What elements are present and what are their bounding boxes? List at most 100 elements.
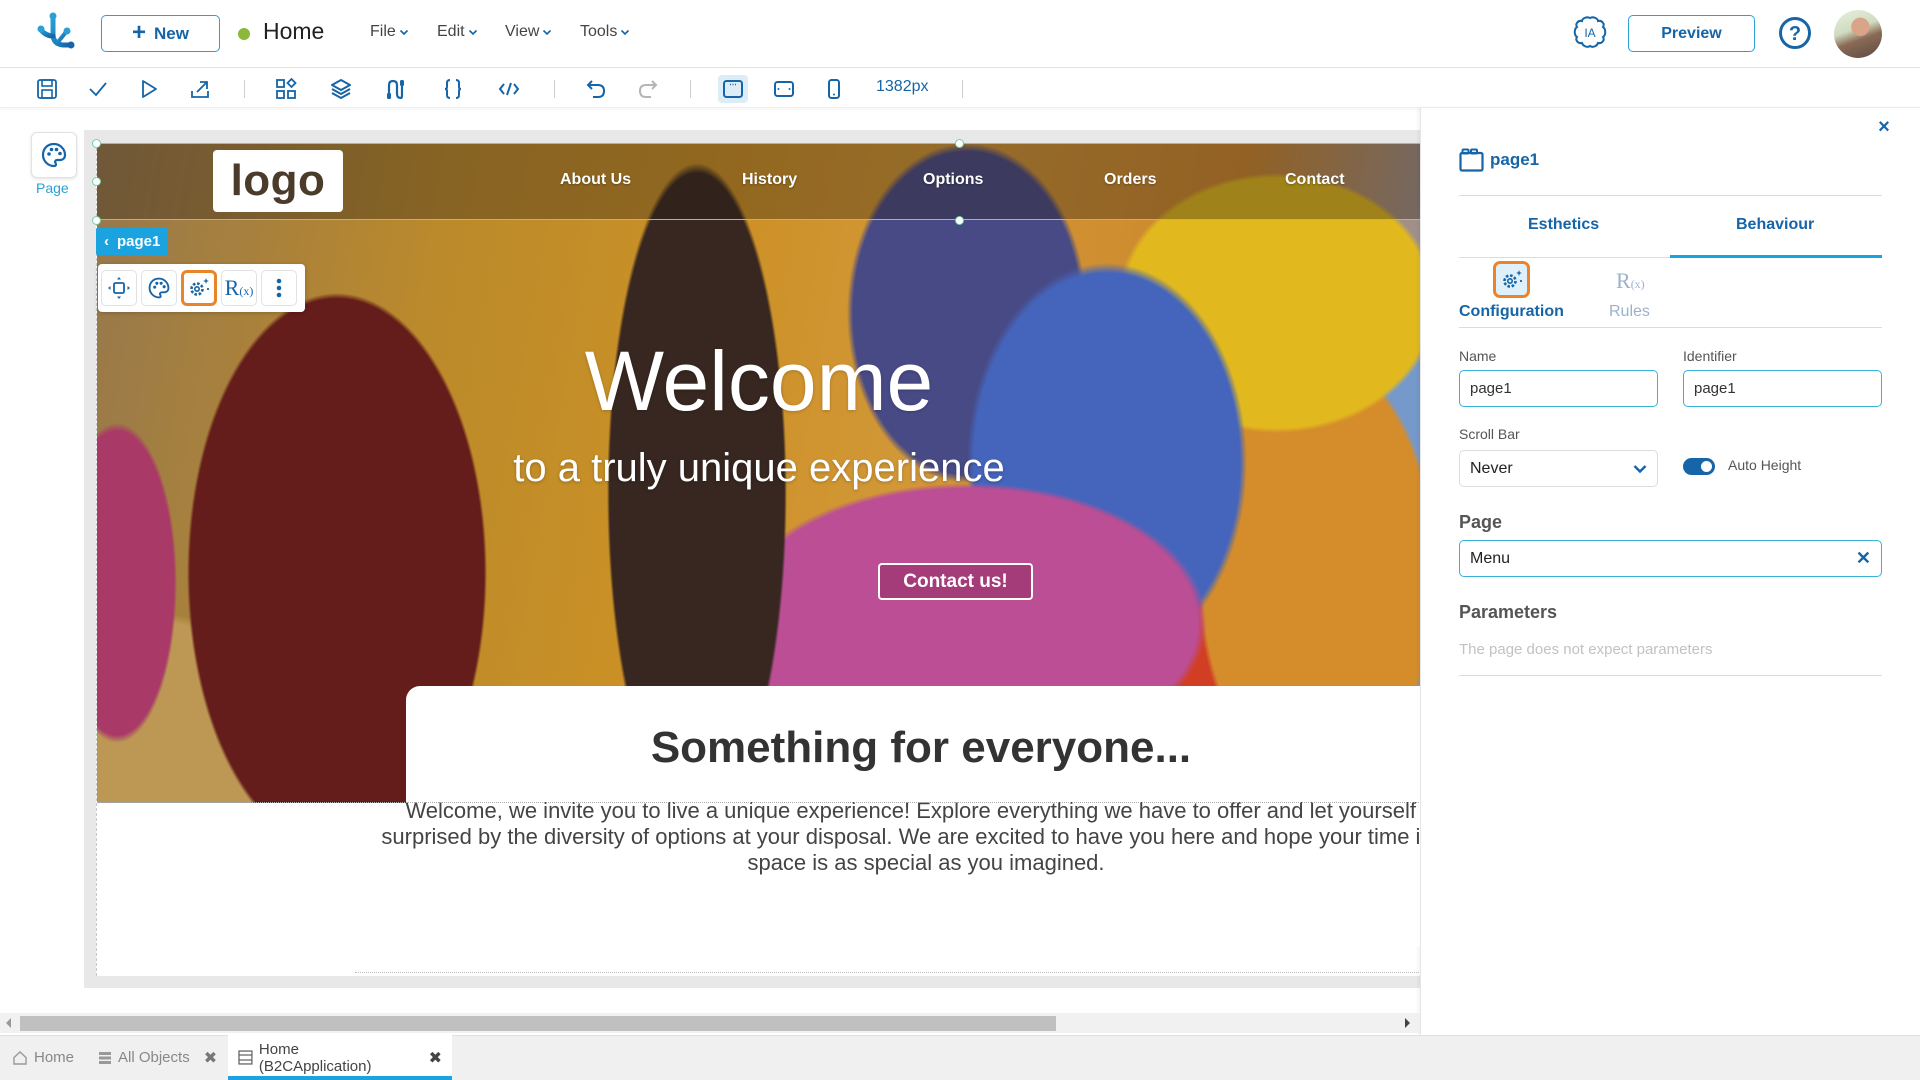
page-reference-value: Menu <box>1470 549 1511 567</box>
braces-icon <box>444 79 462 99</box>
active-tab-indicator <box>1670 255 1882 258</box>
run-button[interactable] <box>136 76 162 102</box>
nav-link-orders[interactable]: Orders <box>1104 171 1156 189</box>
resize-handle[interactable] <box>955 139 964 148</box>
menu-tools[interactable]: Tools <box>580 23 630 41</box>
save-icon <box>37 79 57 99</box>
menu-tools-label: Tools <box>580 23 618 40</box>
subtab-configuration-label[interactable]: Configuration <box>1459 303 1564 321</box>
styles-button[interactable] <box>141 270 177 306</box>
close-tab-icon[interactable]: ✖ <box>204 1048 217 1068</box>
element-toolbar: R (x) <box>98 264 305 312</box>
redo-icon <box>638 80 658 98</box>
container-boundary <box>97 802 1420 803</box>
home-icon <box>13 1050 27 1065</box>
bottom-tab-home-b2capplication[interactable]: Home (B2CApplication) ✖ <box>228 1035 452 1080</box>
svg-text:IA: IA <box>1584 26 1595 40</box>
scroll-left-arrow[interactable] <box>6 1018 11 1028</box>
desktop-view-button[interactable] <box>718 75 748 103</box>
move-button[interactable] <box>101 270 137 306</box>
nav-link-about-us[interactable]: About Us <box>560 171 631 189</box>
save-button[interactable] <box>34 76 60 102</box>
nav-link-contact[interactable]: Contact <box>1285 171 1345 189</box>
selected-element-tag[interactable]: ‹ page1 <box>96 228 169 255</box>
close-tab-icon[interactable]: ✖ <box>429 1048 442 1068</box>
connections-icon <box>387 79 404 100</box>
resize-handle[interactable] <box>92 139 101 148</box>
page-reference-input[interactable]: Menu ✕ <box>1459 540 1882 577</box>
validate-button[interactable] <box>85 76 111 102</box>
identifier-input[interactable] <box>1683 370 1882 407</box>
toolbar-divider <box>244 80 245 98</box>
page-icon <box>1459 148 1484 172</box>
scroll-right-arrow[interactable] <box>1405 1018 1410 1028</box>
help-button[interactable]: ? <box>1778 16 1812 50</box>
configuration-icon <box>1502 269 1522 288</box>
scrollbar-thumb[interactable] <box>20 1016 1056 1031</box>
subtab-configuration-button[interactable] <box>1493 261 1530 298</box>
subtab-rules-label[interactable]: Rules <box>1609 303 1650 321</box>
ai-assistant-button[interactable]: IA <box>1572 14 1608 50</box>
app-header: + New Home File Edit View Tools IA Previ… <box>0 0 1920 68</box>
more-vertical-icon <box>276 278 282 298</box>
export-icon <box>191 81 209 98</box>
new-button[interactable]: + New <box>101 15 220 52</box>
resize-handle[interactable] <box>92 177 101 186</box>
check-icon <box>89 82 107 97</box>
undo-button[interactable] <box>583 76 609 102</box>
connections-button[interactable] <box>383 76 409 102</box>
hero-title: Welcome <box>584 334 934 428</box>
nav-link-history[interactable]: History <box>742 171 797 189</box>
resize-handle[interactable] <box>955 216 964 225</box>
menu-file[interactable]: File <box>370 23 409 41</box>
page-styles-label: Page <box>36 180 69 196</box>
tablet-view-icon <box>774 81 794 97</box>
chevron-down-icon <box>468 29 477 36</box>
variables-button[interactable] <box>440 76 466 102</box>
configuration-button[interactable] <box>181 270 217 306</box>
menu-view[interactable]: View <box>505 23 552 41</box>
rules-icon[interactable]: R (x) <box>1616 268 1645 294</box>
tablet-view-button[interactable] <box>771 76 797 102</box>
tab-behaviour[interactable]: Behaviour <box>1736 216 1814 234</box>
mobile-view-button[interactable] <box>821 76 847 102</box>
layers-button[interactable] <box>328 76 354 102</box>
scrollbar-select[interactable]: Never <box>1459 450 1658 487</box>
toolbar-divider <box>962 80 963 98</box>
resize-handle[interactable] <box>92 216 101 225</box>
contact-us-button[interactable]: Contact us! <box>878 563 1033 600</box>
bottom-tab-home[interactable]: Home <box>12 1035 74 1080</box>
toolbar-divider <box>690 80 691 98</box>
site-navbar[interactable]: logo About Us History Options Orders Con… <box>97 143 1420 219</box>
code-icon <box>498 82 520 96</box>
site-logo[interactable]: logo <box>213 150 343 212</box>
auto-height-label: Auto Height <box>1728 457 1802 473</box>
list-icon <box>99 1051 111 1064</box>
clear-icon[interactable]: ✕ <box>1856 548 1871 569</box>
canvas-width-readout: 1382px <box>876 78 929 95</box>
page-styles-button[interactable] <box>31 132 77 178</box>
menu-edit[interactable]: Edit <box>437 23 478 41</box>
user-avatar[interactable] <box>1834 10 1882 58</box>
chevron-down-icon <box>399 29 408 36</box>
card-text: Welcome, we invite you to live a unique … <box>381 798 1420 875</box>
rules-button[interactable]: R (x) <box>221 270 257 306</box>
bottom-tab-all-objects[interactable]: All Objects ✖ <box>98 1035 217 1080</box>
more-options-button[interactable] <box>261 270 297 306</box>
auto-height-toggle[interactable] <box>1683 458 1715 475</box>
card-title: Something for everyone... <box>650 723 1192 772</box>
code-button[interactable] <box>496 76 522 102</box>
redo-button[interactable] <box>635 76 661 102</box>
preview-button[interactable]: Preview <box>1628 15 1755 52</box>
close-panel-button[interactable]: × <box>1874 116 1894 138</box>
menu-view-label: View <box>505 23 540 40</box>
components-button[interactable] <box>273 76 299 102</box>
name-input[interactable] <box>1459 370 1658 407</box>
export-button[interactable] <box>187 76 213 102</box>
help-icon: ? <box>1779 17 1811 49</box>
scrollbar-label: Scroll Bar <box>1459 426 1520 442</box>
nav-link-options[interactable]: Options <box>923 171 983 189</box>
tab-esthetics[interactable]: Esthetics <box>1528 216 1599 234</box>
app-logo-icon[interactable] <box>36 12 76 54</box>
name-label: Name <box>1459 348 1497 364</box>
